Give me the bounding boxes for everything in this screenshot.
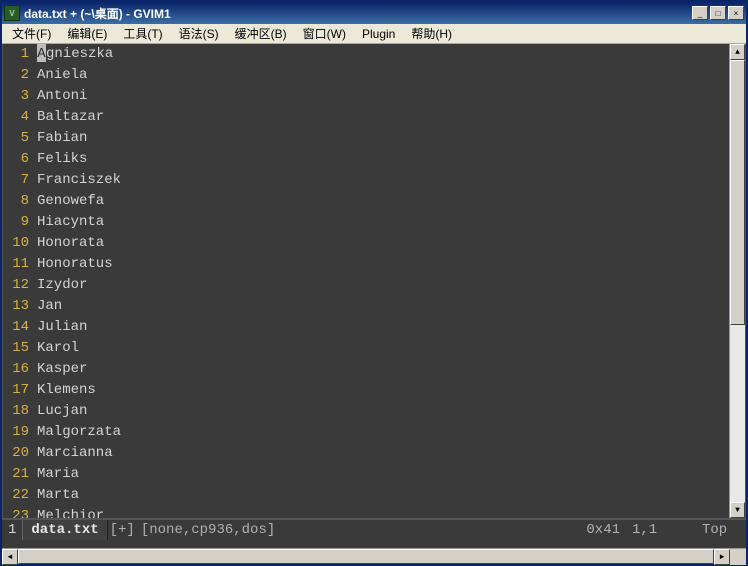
menu-window[interactable]: 窗口(W) [297, 23, 352, 44]
menu-syntax[interactable]: 语法(S) [173, 23, 225, 44]
editor-line[interactable]: Marta [37, 485, 729, 506]
editor-line[interactable]: Honoratus [37, 254, 729, 275]
resize-grip[interactable] [730, 549, 746, 565]
editor-line[interactable]: Klemens [37, 380, 729, 401]
statusbar: 1 data.txt [+] [none,cp936,dos] 0x41 1,1… [2, 519, 746, 540]
editor-line[interactable]: Jan [37, 296, 729, 317]
editor-line[interactable]: Fabian [37, 128, 729, 149]
line-number: 14 [3, 317, 29, 338]
scroll-up-button[interactable]: ▲ [730, 44, 745, 60]
line-number: 4 [3, 107, 29, 128]
editor-line[interactable]: Kasper [37, 359, 729, 380]
editor-line[interactable]: Hiacynta [37, 212, 729, 233]
editor-line[interactable]: Honorata [37, 233, 729, 254]
editor-line[interactable]: Genowefa [37, 191, 729, 212]
status-window-number: 1 [2, 520, 22, 540]
editor-line[interactable]: Melchior [37, 506, 729, 519]
editor-line[interactable]: Malgorzata [37, 422, 729, 443]
status-modified-flag: [+] [108, 522, 141, 538]
horizontal-scrollbar[interactable]: ◄ ► [2, 548, 746, 564]
line-number: 19 [3, 422, 29, 443]
hscroll-track[interactable] [18, 549, 714, 564]
maximize-button[interactable]: □ [710, 6, 726, 20]
line-number: 2 [3, 65, 29, 86]
status-char-code: 0x41 [580, 522, 626, 538]
menu-tools[interactable]: 工具(T) [117, 23, 168, 44]
editor-line[interactable]: Agnieszka [37, 44, 729, 65]
titlebar[interactable]: V data.txt + (~\桌面) - GVIM1 _ □ × [2, 2, 746, 24]
line-number: 13 [3, 296, 29, 317]
line-number: 18 [3, 401, 29, 422]
line-number: 8 [3, 191, 29, 212]
vertical-scrollbar[interactable]: ▲ ▼ [729, 44, 745, 518]
scroll-right-button[interactable]: ► [714, 549, 730, 565]
line-number: 20 [3, 443, 29, 464]
editor-area: 1234567891011121314151617181920212223 Ag… [2, 44, 746, 519]
line-number: 11 [3, 254, 29, 275]
line-number: 22 [3, 485, 29, 506]
app-icon: V [4, 5, 20, 21]
editor-line[interactable]: Feliks [37, 149, 729, 170]
line-number: 23 [3, 506, 29, 519]
menu-file[interactable]: 文件(F) [6, 23, 57, 44]
line-number-gutter: 1234567891011121314151617181920212223 [3, 44, 35, 518]
status-fileinfo: [none,cp936,dos] [141, 522, 281, 538]
line-number: 16 [3, 359, 29, 380]
line-number: 10 [3, 233, 29, 254]
line-number: 12 [3, 275, 29, 296]
editor-line[interactable]: Franciszek [37, 170, 729, 191]
window-controls: _ □ × [692, 6, 744, 20]
scroll-down-button[interactable]: ▼ [730, 502, 745, 518]
line-number: 3 [3, 86, 29, 107]
editor-line[interactable]: Aniela [37, 65, 729, 86]
vscroll-track[interactable] [730, 60, 745, 502]
editor-line[interactable]: Julian [37, 317, 729, 338]
line-number: 17 [3, 380, 29, 401]
cursor: A [37, 44, 46, 62]
line-number: 5 [3, 128, 29, 149]
hscroll-thumb[interactable] [18, 549, 714, 564]
menu-buffers[interactable]: 缓冲区(B) [229, 23, 293, 44]
status-filename: data.txt [22, 520, 107, 540]
editor-line[interactable]: Antoni [37, 86, 729, 107]
window-title: data.txt + (~\桌面) - GVIM1 [24, 5, 692, 22]
editor-line[interactable]: Maria [37, 464, 729, 485]
vscroll-thumb[interactable] [730, 60, 745, 325]
editor-line[interactable]: Karol [37, 338, 729, 359]
editor-line[interactable]: Marcianna [37, 443, 729, 464]
command-line-area[interactable] [2, 540, 746, 548]
line-number: 15 [3, 338, 29, 359]
status-cursor-position: 1,1 [626, 522, 696, 538]
editor-line[interactable]: Lucjan [37, 401, 729, 422]
line-text: gnieszka [46, 46, 113, 62]
menu-plugin[interactable]: Plugin [356, 25, 401, 43]
minimize-button[interactable]: _ [692, 6, 708, 20]
menubar: 文件(F) 编辑(E) 工具(T) 语法(S) 缓冲区(B) 窗口(W) Plu… [2, 24, 746, 44]
status-scroll-position: Top [696, 522, 746, 538]
scroll-left-button[interactable]: ◄ [2, 549, 18, 565]
menu-help[interactable]: 帮助(H) [405, 23, 458, 44]
line-number: 7 [3, 170, 29, 191]
line-number: 1 [3, 44, 29, 65]
close-button[interactable]: × [728, 6, 744, 20]
text-editor[interactable]: AgnieszkaAnielaAntoniBaltazarFabianFelik… [35, 44, 729, 518]
menu-edit[interactable]: 编辑(E) [61, 23, 113, 44]
line-number: 21 [3, 464, 29, 485]
editor-line[interactable]: Izydor [37, 275, 729, 296]
editor-line[interactable]: Baltazar [37, 107, 729, 128]
line-number: 6 [3, 149, 29, 170]
line-number: 9 [3, 212, 29, 233]
